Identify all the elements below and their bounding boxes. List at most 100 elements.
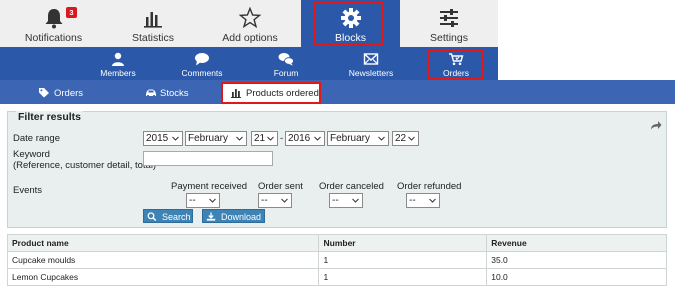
chevron-down-icon: [429, 198, 436, 203]
sub-nav-members[interactable]: Members: [77, 47, 159, 80]
event-label-order-sent: Order sent: [258, 181, 303, 192]
top-nav-label: Settings: [430, 32, 468, 44]
cell-number: 1: [318, 268, 488, 286]
cart-icon: [449, 53, 464, 66]
top-nav-statistics[interactable]: Statistics: [107, 0, 199, 47]
cell-product-name: Lemon Cupcakes: [6, 268, 320, 286]
date-from-month-select[interactable]: February: [185, 131, 247, 146]
download-button-label: Download: [221, 212, 262, 222]
star-icon: [238, 7, 262, 29]
tab-orders[interactable]: Orders: [30, 83, 110, 104]
top-nav-label: Add options: [222, 32, 278, 44]
table-row: Lemon Cupcakes 1 10.0: [6, 268, 667, 286]
select-value: 21: [254, 133, 266, 144]
sub-nav: Members Comments Forum Newsletters Order…: [0, 47, 498, 80]
filter-panel: Filter results Date range 2015 February …: [7, 111, 667, 228]
top-nav-label: Notifications: [24, 32, 83, 44]
payment-received-select[interactable]: --: [186, 193, 220, 208]
tab-label: Orders: [54, 88, 84, 99]
top-nav-settings[interactable]: Settings: [400, 0, 498, 47]
cell-revenue: 35.0: [486, 251, 667, 269]
select-value: --: [189, 195, 196, 206]
table-row: Cupcake moulds 1 35.0: [6, 251, 667, 269]
sub-nav-newsletters[interactable]: Newsletters: [327, 47, 415, 80]
results-table: Product name Number Revenue Cupcake moul…: [6, 234, 667, 286]
sub-nav-label: Newsletters: [348, 68, 394, 78]
keyword-hint: (Reference, customer detail, total): [13, 160, 157, 171]
date-to-day-select[interactable]: 22: [392, 131, 419, 146]
bar-chart-icon: [144, 12, 162, 28]
tag-icon: [39, 88, 49, 98]
chevron-down-icon: [314, 136, 321, 141]
car-icon: [146, 89, 156, 98]
tabs-bar: Orders Stocks Products ordered: [0, 80, 675, 104]
chevron-down-icon: [352, 198, 359, 203]
select-value: 2016: [288, 133, 311, 144]
date-from-day-select[interactable]: 21: [251, 131, 278, 146]
bell-icon: [45, 9, 62, 29]
top-nav-blocks[interactable]: Blocks: [301, 0, 400, 47]
order-refunded-select[interactable]: --: [406, 193, 440, 208]
event-label-order-refunded: Order refunded: [397, 181, 462, 192]
download-icon: [206, 212, 216, 221]
top-nav-empty-area: [498, 0, 675, 47]
sub-nav-label: Comments: [181, 68, 223, 78]
select-value: --: [261, 195, 268, 206]
select-value: 2015: [146, 133, 169, 144]
chevron-down-icon: [267, 136, 274, 141]
sliders-icon: [440, 9, 458, 27]
cell-number: 1: [318, 251, 488, 269]
top-nav-notifications[interactable]: 3 Notifications: [0, 0, 107, 47]
events-label: Events: [13, 185, 43, 196]
cell-revenue: 10.0: [486, 268, 667, 286]
select-value: --: [409, 195, 416, 206]
filter-legend: Filter results: [16, 111, 84, 123]
bar-chart-icon: [231, 89, 241, 98]
date-to-month-select[interactable]: February: [327, 131, 389, 146]
chevron-down-icon: [281, 198, 288, 203]
tab-label: Stocks: [160, 88, 189, 99]
sub-nav-label: Members: [100, 68, 136, 78]
event-label-payment-received: Payment received: [171, 181, 248, 192]
forum-bubbles-icon: [278, 53, 294, 66]
date-from-year-select[interactable]: 2015: [143, 131, 183, 146]
search-button[interactable]: Search: [143, 209, 193, 223]
sub-nav-forum[interactable]: Forum: [245, 47, 327, 80]
chevron-down-icon: [172, 136, 179, 141]
user-icon: [112, 52, 124, 66]
event-label-order-canceled: Order canceled: [319, 181, 384, 192]
table-header-row: Product name Number Revenue: [6, 234, 667, 252]
search-icon: [147, 212, 157, 221]
share-arrow-icon[interactable]: [650, 120, 662, 130]
search-button-label: Search: [162, 212, 191, 222]
tab-label: Products ordered: [246, 88, 319, 99]
date-range-label: Date range: [13, 133, 61, 144]
tab-stocks[interactable]: Stocks: [138, 83, 218, 104]
keyword-input[interactable]: [143, 151, 273, 166]
select-value: February: [188, 133, 229, 144]
sub-nav-label: Orders: [443, 68, 469, 78]
chevron-down-icon: [209, 198, 216, 203]
sub-nav-orders[interactable]: Orders: [425, 47, 487, 80]
download-button[interactable]: Download: [202, 209, 265, 223]
date-separator: -: [280, 133, 284, 144]
date-to-year-select[interactable]: 2016: [285, 131, 325, 146]
select-value: --: [332, 195, 339, 206]
top-nav-add-options[interactable]: Add options: [199, 0, 301, 47]
cell-product-name: Cupcake moulds: [6, 251, 320, 269]
keyword-label: Keyword: [13, 149, 50, 160]
top-nav-label: Statistics: [131, 32, 174, 44]
column-header-revenue[interactable]: Revenue: [486, 234, 667, 252]
column-header-number[interactable]: Number: [318, 234, 488, 252]
sub-nav-comments[interactable]: Comments: [159, 47, 245, 80]
chevron-down-icon: [236, 136, 243, 141]
sub-nav-label: Forum: [273, 68, 299, 78]
order-canceled-select[interactable]: --: [329, 193, 363, 208]
column-header-product-name[interactable]: Product name: [6, 234, 320, 252]
select-value: 22: [395, 133, 407, 144]
order-sent-select[interactable]: --: [258, 193, 292, 208]
tab-products-ordered[interactable]: Products ordered: [222, 83, 321, 104]
select-value: February: [330, 133, 371, 144]
envelope-icon: [363, 53, 379, 65]
top-nav-label: Blocks: [335, 32, 366, 44]
